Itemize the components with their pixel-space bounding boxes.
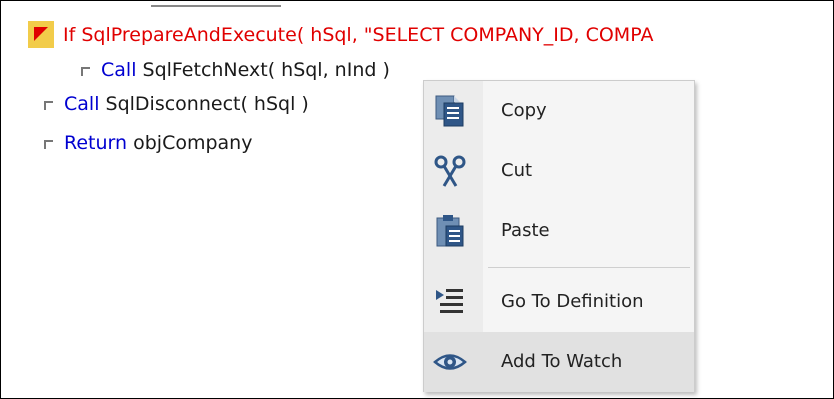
keyword-if: If (63, 24, 76, 46)
keyword-return: Return (64, 132, 128, 154)
breakpoint-flag-icon (34, 27, 48, 41)
context-menu: Copy Cut Paste Go To Definition Add To W… (423, 80, 695, 392)
menu-item-go-to-definition[interactable]: Go To Definition (424, 272, 694, 332)
copy-icon (435, 95, 464, 127)
clipped-line (1, 1, 833, 9)
menu-item-cut[interactable]: Cut (424, 141, 694, 201)
collapse-marker[interactable] (44, 101, 53, 110)
keyword-call: Call (64, 93, 100, 115)
menu-separator (488, 267, 690, 268)
code-text: objCompany (133, 132, 253, 154)
menu-item-add-to-watch[interactable]: Add To Watch (424, 332, 694, 392)
menu-item-label: Copy (501, 100, 547, 121)
code-editor[interactable]: If SqlPrepareAndExecute( hSql, "SELECT C… (0, 0, 834, 399)
go-to-definition-icon (436, 289, 463, 313)
menu-item-paste[interactable]: Paste (424, 201, 694, 261)
code-text: SqlFetchNext( hSql, nInd ) (142, 59, 390, 81)
collapse-marker[interactable] (44, 140, 53, 149)
code-line-return[interactable]: Return objCompany (64, 129, 252, 157)
code-line-call-fetch[interactable]: Call SqlFetchNext( hSql, nInd ) (101, 56, 390, 84)
menu-item-label: Paste (501, 220, 550, 241)
paste-icon (436, 215, 464, 247)
code-text: SqlDisconnect( hSql ) (105, 93, 309, 115)
menu-item-label: Cut (501, 160, 533, 181)
code-text: SqlPrepareAndExecute( hSql, "SELECT COMP… (81, 24, 654, 46)
eye-icon (433, 354, 467, 370)
collapse-marker[interactable] (81, 67, 90, 76)
menu-item-label: Go To Definition (501, 291, 644, 312)
code-line-call-disconnect[interactable]: Call SqlDisconnect( hSql ) (64, 90, 309, 118)
menu-item-label: Add To Watch (501, 351, 623, 372)
breakpoint-marker[interactable] (28, 21, 54, 48)
scissors-icon (434, 155, 466, 187)
keyword-call: Call (101, 59, 137, 81)
menu-item-copy[interactable]: Copy (424, 81, 694, 141)
code-line-if[interactable]: If SqlPrepareAndExecute( hSql, "SELECT C… (63, 21, 653, 49)
